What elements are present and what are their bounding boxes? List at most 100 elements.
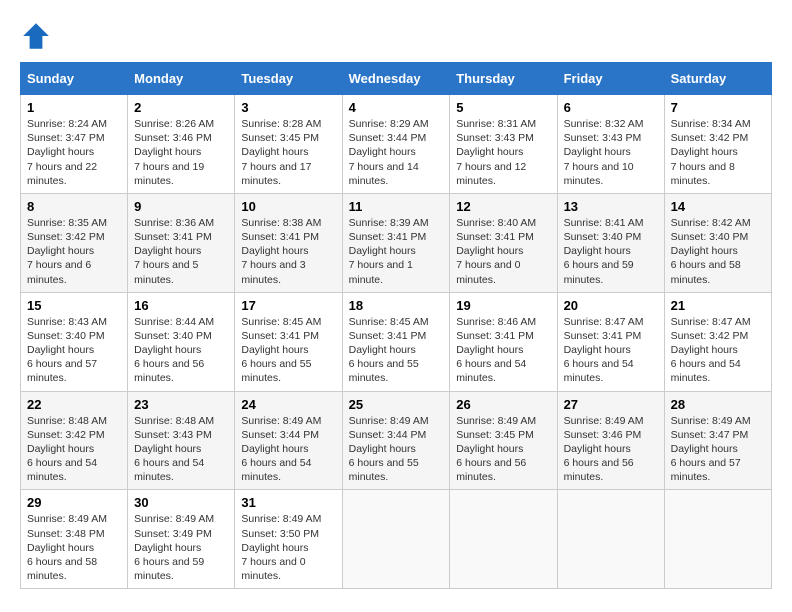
day-info: Sunrise: 8:40 AM Sunset: 3:41 PM Dayligh… [456,216,550,287]
day-info: Sunrise: 8:49 AM Sunset: 3:50 PM Dayligh… [241,512,335,583]
column-header-tuesday: Tuesday [235,63,342,95]
calendar-cell: 8 Sunrise: 8:35 AM Sunset: 3:42 PM Dayli… [21,193,128,292]
day-number: 27 [564,397,658,412]
calendar-cell: 23 Sunrise: 8:48 AM Sunset: 3:43 PM Dayl… [128,391,235,490]
day-info: Sunrise: 8:49 AM Sunset: 3:45 PM Dayligh… [456,414,550,485]
calendar-cell: 21 Sunrise: 8:47 AM Sunset: 3:42 PM Dayl… [664,292,771,391]
day-number: 18 [349,298,444,313]
day-number: 15 [27,298,121,313]
day-info: Sunrise: 8:48 AM Sunset: 3:43 PM Dayligh… [134,414,228,485]
calendar-cell: 29 Sunrise: 8:49 AM Sunset: 3:48 PM Dayl… [21,490,128,589]
calendar-cell: 16 Sunrise: 8:44 AM Sunset: 3:40 PM Dayl… [128,292,235,391]
calendar-cell: 12 Sunrise: 8:40 AM Sunset: 3:41 PM Dayl… [450,193,557,292]
day-info: Sunrise: 8:45 AM Sunset: 3:41 PM Dayligh… [241,315,335,386]
day-number: 23 [134,397,228,412]
week-row-1: 1 Sunrise: 8:24 AM Sunset: 3:47 PM Dayli… [21,95,772,194]
day-info: Sunrise: 8:31 AM Sunset: 3:43 PM Dayligh… [456,117,550,188]
day-info: Sunrise: 8:47 AM Sunset: 3:41 PM Dayligh… [564,315,658,386]
day-number: 3 [241,100,335,115]
calendar-cell: 13 Sunrise: 8:41 AM Sunset: 3:40 PM Dayl… [557,193,664,292]
day-number: 26 [456,397,550,412]
calendar-cell: 22 Sunrise: 8:48 AM Sunset: 3:42 PM Dayl… [21,391,128,490]
calendar-cell: 18 Sunrise: 8:45 AM Sunset: 3:41 PM Dayl… [342,292,450,391]
day-number: 24 [241,397,335,412]
day-info: Sunrise: 8:38 AM Sunset: 3:41 PM Dayligh… [241,216,335,287]
calendar-cell: 27 Sunrise: 8:49 AM Sunset: 3:46 PM Dayl… [557,391,664,490]
day-info: Sunrise: 8:49 AM Sunset: 3:46 PM Dayligh… [564,414,658,485]
calendar-cell: 24 Sunrise: 8:49 AM Sunset: 3:44 PM Dayl… [235,391,342,490]
day-number: 28 [671,397,765,412]
day-info: Sunrise: 8:49 AM Sunset: 3:49 PM Dayligh… [134,512,228,583]
day-info: Sunrise: 8:45 AM Sunset: 3:41 PM Dayligh… [349,315,444,386]
day-info: Sunrise: 8:49 AM Sunset: 3:44 PM Dayligh… [241,414,335,485]
day-info: Sunrise: 8:26 AM Sunset: 3:46 PM Dayligh… [134,117,228,188]
day-info: Sunrise: 8:39 AM Sunset: 3:41 PM Dayligh… [349,216,444,287]
day-number: 6 [564,100,658,115]
calendar-cell [342,490,450,589]
calendar-cell: 25 Sunrise: 8:49 AM Sunset: 3:44 PM Dayl… [342,391,450,490]
page-header [20,20,772,52]
day-number: 12 [456,199,550,214]
day-number: 10 [241,199,335,214]
day-info: Sunrise: 8:41 AM Sunset: 3:40 PM Dayligh… [564,216,658,287]
day-number: 29 [27,495,121,510]
calendar-cell: 19 Sunrise: 8:46 AM Sunset: 3:41 PM Dayl… [450,292,557,391]
calendar-table: SundayMondayTuesdayWednesdayThursdayFrid… [20,62,772,589]
column-header-sunday: Sunday [21,63,128,95]
day-number: 22 [27,397,121,412]
day-info: Sunrise: 8:46 AM Sunset: 3:41 PM Dayligh… [456,315,550,386]
week-row-4: 22 Sunrise: 8:48 AM Sunset: 3:42 PM Dayl… [21,391,772,490]
week-row-5: 29 Sunrise: 8:49 AM Sunset: 3:48 PM Dayl… [21,490,772,589]
day-number: 7 [671,100,765,115]
day-number: 2 [134,100,228,115]
calendar-cell: 6 Sunrise: 8:32 AM Sunset: 3:43 PM Dayli… [557,95,664,194]
column-header-thursday: Thursday [450,63,557,95]
day-info: Sunrise: 8:29 AM Sunset: 3:44 PM Dayligh… [349,117,444,188]
calendar-header-row: SundayMondayTuesdayWednesdayThursdayFrid… [21,63,772,95]
day-info: Sunrise: 8:42 AM Sunset: 3:40 PM Dayligh… [671,216,765,287]
day-info: Sunrise: 8:49 AM Sunset: 3:44 PM Dayligh… [349,414,444,485]
day-info: Sunrise: 8:47 AM Sunset: 3:42 PM Dayligh… [671,315,765,386]
day-number: 30 [134,495,228,510]
calendar-cell [557,490,664,589]
calendar-cell: 26 Sunrise: 8:49 AM Sunset: 3:45 PM Dayl… [450,391,557,490]
day-number: 14 [671,199,765,214]
day-info: Sunrise: 8:36 AM Sunset: 3:41 PM Dayligh… [134,216,228,287]
day-info: Sunrise: 8:32 AM Sunset: 3:43 PM Dayligh… [564,117,658,188]
day-number: 5 [456,100,550,115]
calendar-cell: 14 Sunrise: 8:42 AM Sunset: 3:40 PM Dayl… [664,193,771,292]
day-info: Sunrise: 8:24 AM Sunset: 3:47 PM Dayligh… [27,117,121,188]
day-number: 13 [564,199,658,214]
calendar-cell: 15 Sunrise: 8:43 AM Sunset: 3:40 PM Dayl… [21,292,128,391]
calendar-cell: 7 Sunrise: 8:34 AM Sunset: 3:42 PM Dayli… [664,95,771,194]
column-header-saturday: Saturday [664,63,771,95]
week-row-2: 8 Sunrise: 8:35 AM Sunset: 3:42 PM Dayli… [21,193,772,292]
day-info: Sunrise: 8:44 AM Sunset: 3:40 PM Dayligh… [134,315,228,386]
logo [20,20,56,52]
week-row-3: 15 Sunrise: 8:43 AM Sunset: 3:40 PM Dayl… [21,292,772,391]
calendar-cell: 3 Sunrise: 8:28 AM Sunset: 3:45 PM Dayli… [235,95,342,194]
day-number: 21 [671,298,765,313]
day-info: Sunrise: 8:28 AM Sunset: 3:45 PM Dayligh… [241,117,335,188]
day-info: Sunrise: 8:43 AM Sunset: 3:40 PM Dayligh… [27,315,121,386]
day-number: 4 [349,100,444,115]
column-header-friday: Friday [557,63,664,95]
calendar-cell: 20 Sunrise: 8:47 AM Sunset: 3:41 PM Dayl… [557,292,664,391]
day-number: 19 [456,298,550,313]
day-number: 1 [27,100,121,115]
day-number: 16 [134,298,228,313]
day-number: 17 [241,298,335,313]
column-header-monday: Monday [128,63,235,95]
day-number: 25 [349,397,444,412]
calendar-cell: 30 Sunrise: 8:49 AM Sunset: 3:49 PM Dayl… [128,490,235,589]
calendar-cell: 1 Sunrise: 8:24 AM Sunset: 3:47 PM Dayli… [21,95,128,194]
day-number: 9 [134,199,228,214]
calendar-cell: 11 Sunrise: 8:39 AM Sunset: 3:41 PM Dayl… [342,193,450,292]
calendar-cell: 28 Sunrise: 8:49 AM Sunset: 3:47 PM Dayl… [664,391,771,490]
calendar-cell: 17 Sunrise: 8:45 AM Sunset: 3:41 PM Dayl… [235,292,342,391]
calendar-cell: 9 Sunrise: 8:36 AM Sunset: 3:41 PM Dayli… [128,193,235,292]
day-info: Sunrise: 8:35 AM Sunset: 3:42 PM Dayligh… [27,216,121,287]
calendar-cell: 31 Sunrise: 8:49 AM Sunset: 3:50 PM Dayl… [235,490,342,589]
day-info: Sunrise: 8:49 AM Sunset: 3:48 PM Dayligh… [27,512,121,583]
day-number: 31 [241,495,335,510]
